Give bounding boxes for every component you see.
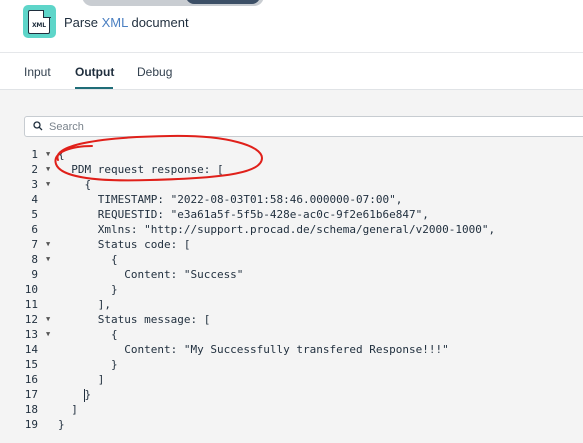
tab-bar: Input Output Debug [0, 52, 583, 90]
line-number: 7 [31, 238, 38, 251]
code-line: } [58, 283, 118, 296]
fold-arrow-icon[interactable]: ▼ [46, 327, 54, 342]
code-line: { [58, 328, 118, 341]
code-line: { [58, 253, 118, 266]
fold-arrow-icon[interactable]: ▼ [46, 312, 54, 327]
header-bar: XML Parse XML document [0, 0, 583, 52]
fold-arrow-icon[interactable]: ▼ [46, 177, 54, 192]
line-number: 2 [31, 163, 38, 176]
code-line: Status code: [ [58, 238, 191, 251]
line-number: 8 [31, 253, 38, 266]
fold-arrow-icon[interactable]: ▼ [46, 237, 54, 252]
title-accent: XML [101, 15, 128, 30]
line-number: 10 [24, 283, 38, 296]
tab-input[interactable]: Input [24, 65, 51, 79]
code-line: } [58, 388, 92, 401]
code-line: TIMESTAMP: "2022-08-03T01:58:46.000000-0… [58, 193, 403, 206]
code-line: REQUESTID: "e3a61a5f-5f5b-428e-ac0c-9f2e… [58, 208, 429, 221]
line-number: 1 [31, 148, 38, 161]
line-number: 4 [31, 193, 38, 206]
fold-arrow-icon[interactable]: ▼ [46, 162, 54, 177]
code-line: } [58, 418, 65, 431]
code-line: PDM request response: [ [58, 163, 224, 176]
line-number: 19 [24, 418, 38, 431]
fold-arrow-icon[interactable]: ▼ [46, 252, 54, 267]
search-icon [33, 121, 43, 131]
search-input[interactable] [49, 118, 569, 135]
code-editor[interactable]: 1 ▼ 2 ▼ 3 ▼ 4 5 6 7 ▼ 8 ▼ 9 10 11 12 ▼ 13 ▼ 14 15 16 17 18 19 { P… [24, 143, 583, 431]
document-shape: XML [28, 9, 51, 34]
text-cursor [84, 389, 85, 402]
code-line: Status message: [ [58, 313, 211, 326]
fold-arrow-icon[interactable]: ▼ [46, 147, 54, 162]
line-number: 17 [24, 388, 38, 401]
code-line: ] [58, 373, 105, 386]
line-number: 5 [31, 208, 38, 221]
line-number: 9 [31, 268, 38, 281]
icon-label: XML [32, 22, 46, 29]
line-number: 6 [31, 223, 38, 236]
line-number: 3 [31, 178, 38, 191]
code-line: ], [58, 298, 111, 311]
code-line: Content: "My Successfully transfered Res… [58, 343, 449, 356]
line-number: 18 [24, 403, 38, 416]
line-number: 16 [24, 373, 38, 386]
code-line: Content: "Success" [58, 268, 244, 281]
line-number: 11 [24, 298, 38, 311]
tab-output[interactable]: Output [75, 65, 114, 79]
tab-debug[interactable]: Debug [137, 65, 172, 79]
page-title: Parse XML document [64, 15, 189, 30]
title-prefix: Parse [64, 15, 98, 30]
toggle-thumb[interactable] [186, 0, 260, 4]
title-suffix: document [131, 15, 189, 30]
code-line: } [58, 358, 118, 371]
active-tab-indicator [75, 87, 113, 89]
line-number: 14 [24, 343, 38, 356]
code-line: ] [58, 403, 78, 416]
code-line: { [58, 148, 65, 161]
search-box[interactable] [24, 116, 583, 137]
line-number: 12 [24, 313, 38, 326]
line-number: 15 [24, 358, 38, 371]
code-line: Xmlns: "http://support.procad.de/schema/… [58, 223, 496, 236]
xml-document-icon: XML [23, 5, 56, 38]
line-number: 13 [24, 328, 38, 341]
code-line: { [58, 178, 92, 191]
